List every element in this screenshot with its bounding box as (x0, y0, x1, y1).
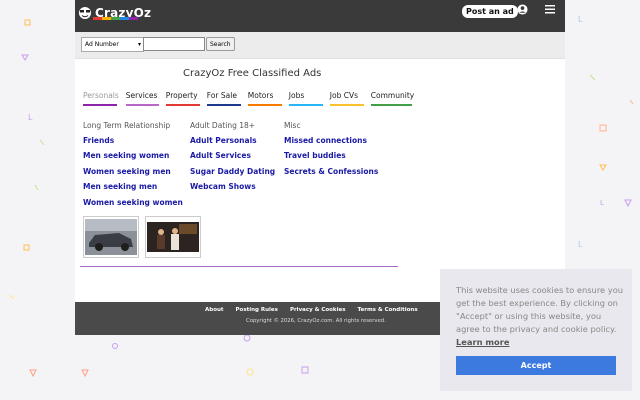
logo-face-icon (79, 7, 91, 19)
svg-text:L: L (600, 199, 604, 207)
category-column-adult: Adult Dating 18+ Adult Personals Adult S… (190, 121, 275, 198)
footer-link-about[interactable]: About (205, 307, 224, 313)
logo-color-bar (93, 17, 138, 20)
learn-more-link[interactable]: Learn more (456, 337, 509, 347)
user-icon[interactable] (517, 4, 528, 15)
column-heading: Adult Dating 18+ (190, 121, 256, 130)
svg-text:L: L (28, 113, 33, 122)
category-tabs: Personals Services Property For Sale Mot… (83, 91, 414, 106)
tab-label: Services (125, 91, 158, 100)
footer-link-posting-rules[interactable]: Posting Rules (236, 307, 278, 313)
ad-thumbnail[interactable] (83, 216, 139, 258)
car-photo (85, 219, 137, 255)
svg-text:L: L (578, 240, 583, 249)
accept-cookies-button[interactable]: Accept (456, 356, 616, 375)
tab-label: Personals (83, 91, 119, 100)
tab-underline (288, 104, 323, 106)
search-button[interactable]: Search (206, 37, 235, 51)
tab-underline (329, 104, 364, 106)
tab-jobs[interactable]: Jobs (288, 91, 323, 106)
link-women-seeking-men[interactable]: Women seeking men (83, 167, 183, 182)
link-missed-connections[interactable]: Missed connections (284, 136, 378, 151)
category-column-misc: Misc Missed connections Travel buddies S… (284, 121, 378, 182)
tab-underline (125, 104, 159, 106)
cookie-banner: This website uses cookies to ensure you … (440, 269, 632, 391)
tab-label: Jobs (288, 91, 305, 100)
divider (80, 266, 398, 267)
tab-label: Motors (247, 91, 274, 100)
tab-label: For Sale (206, 91, 237, 100)
link-adult-services[interactable]: Adult Services (190, 151, 275, 166)
top-bar: CrazyOz Post an ad (75, 0, 565, 32)
search-type-select[interactable]: Ad Number ▾ (81, 37, 144, 52)
footer-links: About Posting Rules Privacy & Cookies Te… (205, 307, 418, 313)
link-women-seeking-women[interactable]: Women seeking women (83, 198, 183, 213)
tab-motors[interactable]: Motors (247, 91, 282, 106)
tab-job-cvs[interactable]: Job CVs (329, 91, 364, 106)
footer-link-terms[interactable]: Terms & Conditions (357, 307, 417, 313)
cookie-message: This website uses cookies to ensure you … (456, 284, 626, 349)
link-sugar-daddy-dating[interactable]: Sugar Daddy Dating (190, 167, 275, 182)
tab-underline (206, 104, 241, 106)
cookie-text: This website uses cookies to ensure you … (456, 285, 624, 334)
people-photo (147, 222, 199, 252)
svg-text:L: L (578, 15, 583, 24)
tab-underline (247, 104, 282, 106)
column-heading: Long Term Relationship (83, 121, 171, 130)
link-men-seeking-men[interactable]: Men seeking men (83, 182, 183, 197)
tab-label: Community (370, 91, 415, 100)
search-type-selected: Ad Number (85, 41, 119, 48)
search-bar: Ad Number ▾ Search (75, 32, 565, 59)
tab-community[interactable]: Community (370, 91, 415, 106)
tab-for-sale[interactable]: For Sale (206, 91, 241, 106)
copyright-text: Copyright © 2026, CrazyOz.com. All right… (246, 318, 386, 324)
footer-link-privacy[interactable]: Privacy & Cookies (290, 307, 346, 313)
link-adult-personals[interactable]: Adult Personals (190, 136, 275, 151)
tab-personals[interactable]: Personals (83, 91, 119, 106)
tab-services[interactable]: Services (125, 91, 159, 106)
ad-thumbnail[interactable] (145, 216, 201, 258)
tab-underline (83, 104, 117, 106)
link-webcam-shows[interactable]: Webcam Shows (190, 182, 275, 197)
category-column-relationship: Long Term Relationship Friends Men seeki… (83, 121, 183, 213)
chevron-down-icon: ▾ (137, 41, 141, 48)
column-heading: Misc (284, 121, 301, 130)
tab-property[interactable]: Property (165, 91, 200, 106)
tab-underline (165, 104, 200, 106)
link-men-seeking-women[interactable]: Men seeking women (83, 151, 183, 166)
link-travel-buddies[interactable]: Travel buddies (284, 151, 378, 166)
menu-icon[interactable] (545, 5, 555, 14)
post-ad-button[interactable]: Post an ad (462, 5, 518, 18)
page-title: CrazyOz Free Classified Ads (183, 68, 322, 79)
tab-underline (370, 104, 412, 106)
link-friends[interactable]: Friends (83, 136, 183, 151)
search-input[interactable] (143, 37, 205, 51)
tab-label: Job CVs (329, 91, 359, 100)
link-secrets-confessions[interactable]: Secrets & Confessions (284, 167, 378, 182)
tab-label: Property (165, 91, 198, 100)
